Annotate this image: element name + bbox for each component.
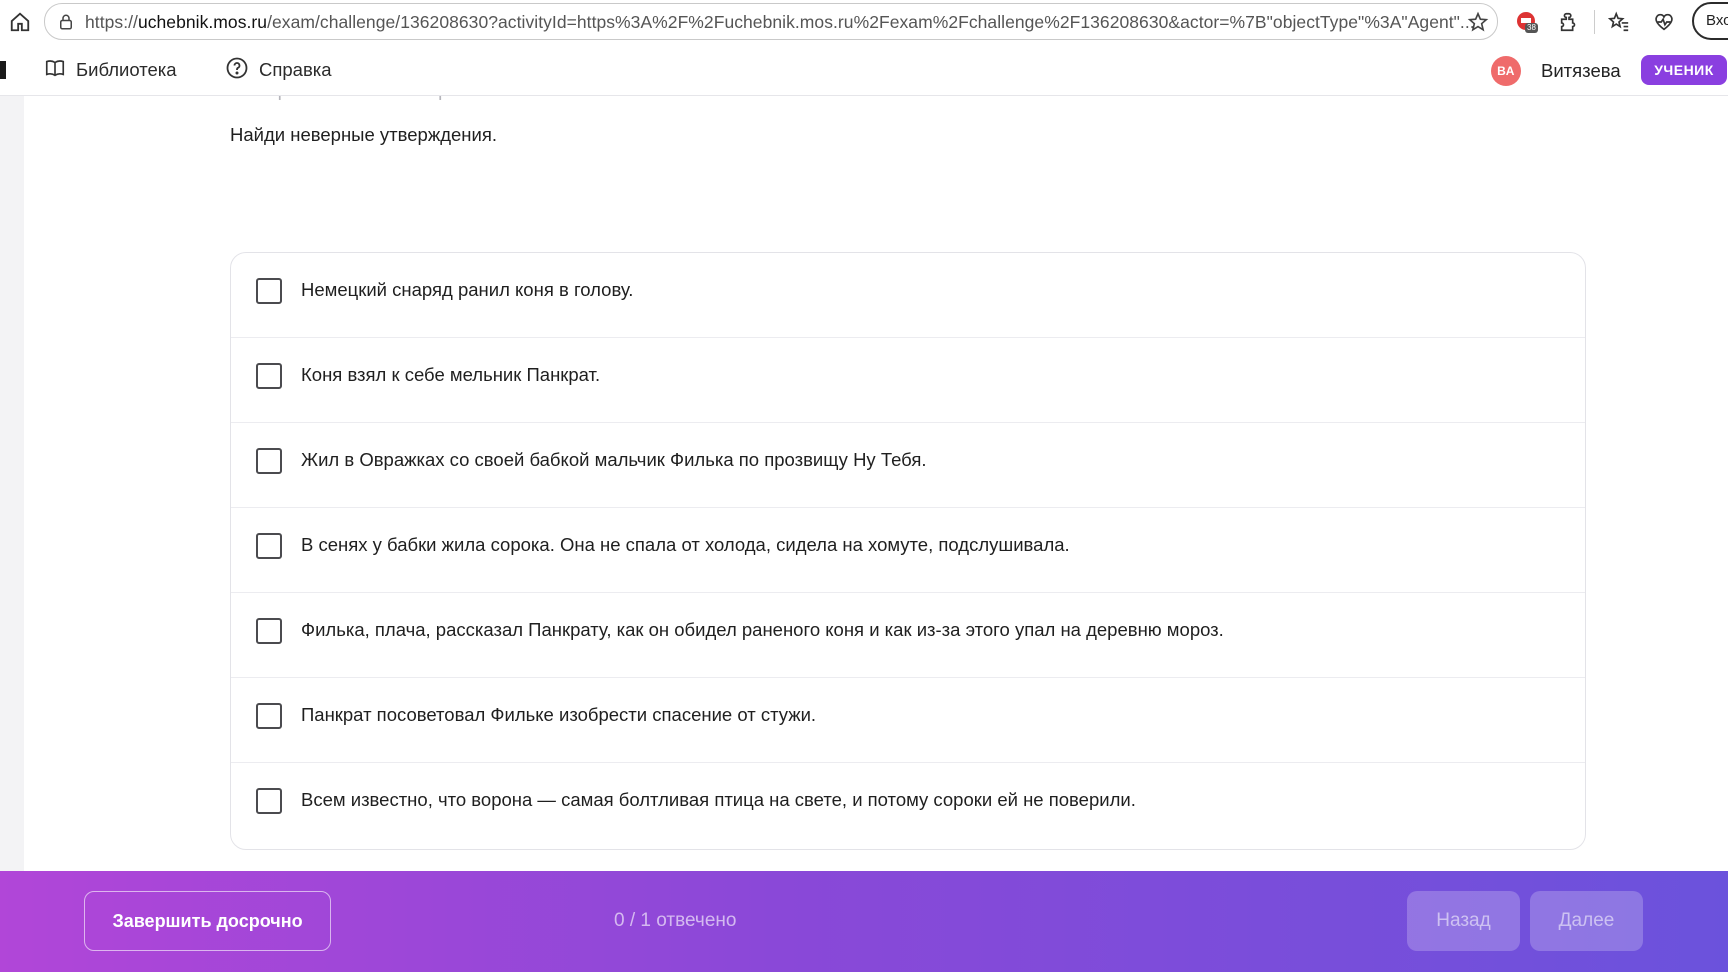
signin-button[interactable]: Вхо [1692, 2, 1728, 40]
option-label: Панкрат посоветовал Фильке изобрести спа… [301, 704, 817, 725]
answer-option[interactable]: Всем известно, что ворона — самая болтли… [231, 763, 1585, 848]
bookmark-star-icon[interactable] [1467, 11, 1489, 33]
app-header: Библиотека Справка [0, 44, 1728, 96]
url-text[interactable]: https://uchebnik.mos.ru/exam/challenge/1… [85, 4, 1485, 41]
answer-option[interactable]: Филька, плача, рассказал Панкрату, как о… [231, 593, 1585, 678]
role-badge: УЧЕНИК [1641, 55, 1727, 85]
finish-early-button[interactable]: Завершить досрочно [84, 891, 331, 951]
lock-icon[interactable] [57, 13, 75, 31]
option-label: Коня взял к себе мельник Панкрат. [301, 364, 601, 385]
browser-toolbar: https://uchebnik.mos.ru/exam/challenge/1… [0, 0, 1728, 44]
answer-option[interactable]: Коня взял к себе мельник Панкрат. [231, 338, 1585, 423]
favorites-icon[interactable] [1606, 9, 1632, 35]
answer-options: Немецкий снаряд ранил коня в голову. Кон… [230, 252, 1586, 850]
back-button[interactable]: Назад [1407, 891, 1520, 951]
book-icon [44, 57, 76, 84]
nav-help[interactable]: Справка [225, 44, 332, 96]
toolbar-divider [1594, 10, 1595, 34]
option-label: Всем известно, что ворона — самая болтли… [301, 789, 1136, 810]
checkbox[interactable] [256, 788, 282, 814]
checkbox[interactable] [256, 703, 282, 729]
question-text: Найди неверные утверждения. [230, 124, 497, 145]
answer-option[interactable]: В сенях у бабки жила сорока. Она не спал… [231, 508, 1585, 593]
checkbox[interactable] [256, 363, 282, 389]
nav-help-label: Справка [259, 59, 332, 80]
bottom-action-bar: Завершить досрочно 0 / 1 отвечено Назад … [0, 871, 1728, 972]
next-button[interactable]: Далее [1530, 891, 1643, 951]
nav-library-label: Библиотека [76, 59, 177, 80]
option-label: Филька, плача, рассказал Панкрату, как о… [301, 619, 1224, 640]
option-label: Жил в Овражках со своей бабкой мальчик Ф… [301, 449, 927, 470]
extension-badge: 38 [1525, 23, 1538, 33]
answer-option[interactable]: Немецкий снаряд ранил коня в голову. [231, 253, 1585, 338]
logo-fragment [0, 61, 6, 79]
address-bar[interactable]: https://uchebnik.mos.ru/exam/challenge/1… [44, 3, 1498, 40]
option-label: В сенях у бабки жила сорока. Она не спал… [301, 534, 1070, 555]
checkbox[interactable] [256, 278, 282, 304]
user-name[interactable]: Витязева [1541, 56, 1621, 86]
option-label: Немецкий снаряд ранил коня в голову. [301, 279, 634, 300]
puzzle-icon[interactable] [1556, 9, 1582, 35]
answer-option[interactable]: Панкрат посоветовал Фильке изобрести спа… [231, 678, 1585, 763]
answer-option[interactable]: Жил в Овражках со своей бабкой мальчик Ф… [231, 423, 1585, 508]
left-gutter [0, 96, 24, 871]
extension-icon[interactable]: 38 [1513, 9, 1539, 35]
health-icon[interactable] [1651, 9, 1677, 35]
avatar[interactable]: ВА [1491, 56, 1521, 86]
checkbox[interactable] [256, 618, 282, 644]
progress-status: 0 / 1 отвечено [614, 910, 737, 931]
checkbox[interactable] [256, 533, 282, 559]
help-circle-icon [225, 56, 259, 85]
nav-library[interactable]: Библиотека [44, 44, 177, 96]
checkbox[interactable] [256, 448, 282, 474]
home-icon[interactable] [6, 8, 34, 36]
